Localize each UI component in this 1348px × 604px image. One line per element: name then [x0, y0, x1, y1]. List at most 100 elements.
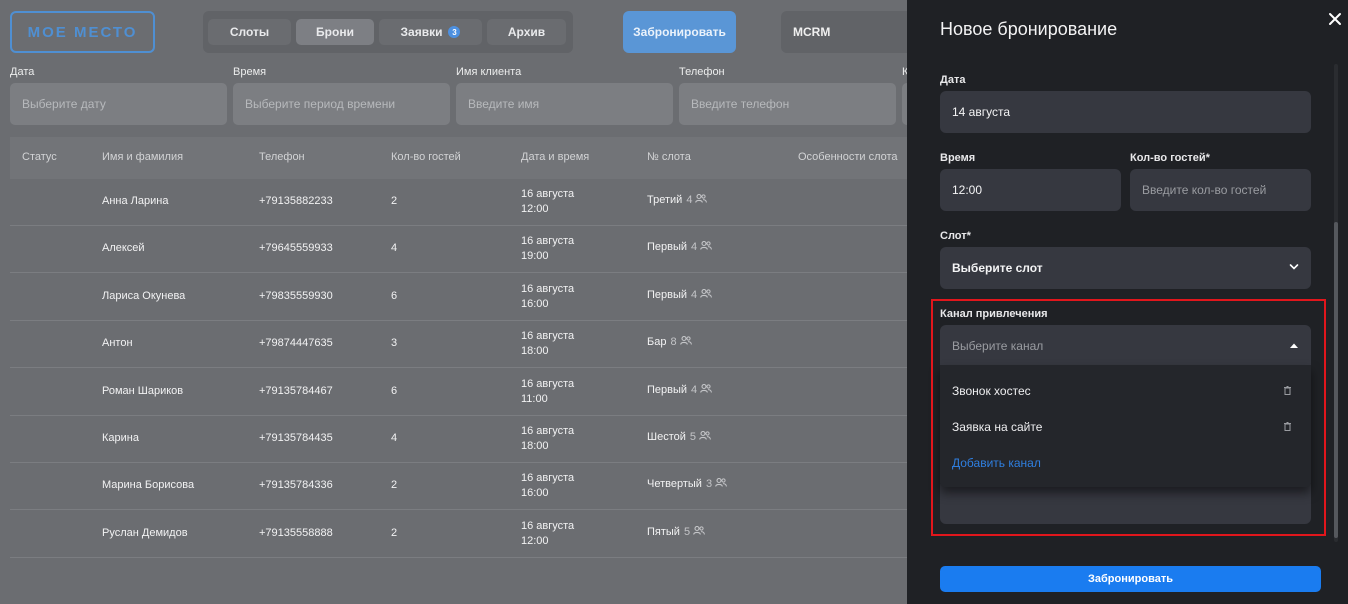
filter-label: Дата [10, 66, 35, 78]
column-header: Телефон [259, 151, 305, 163]
slot: Третий 4 [647, 194, 708, 206]
slot-name: Первый [647, 383, 688, 396]
tab-bookings[interactable]: Брони [296, 19, 374, 45]
time: 11:00 [521, 392, 548, 405]
filter-phone: Телефон Введите телефон [679, 66, 896, 125]
column-header: Кол-во гостей [391, 151, 461, 163]
slot-name: Пятый [647, 525, 680, 538]
people-icon [700, 241, 713, 253]
date: 16 августа [521, 330, 575, 343]
table-row[interactable]: Антон +79874447635 3 16 августа 18:00 Бар 8 [10, 321, 910, 369]
time: 16:00 [521, 297, 549, 310]
slot-capacity: 8 [670, 336, 677, 349]
date: 16 августа [521, 235, 575, 248]
client-name: Руслан Демидов [102, 526, 188, 539]
table-row[interactable]: Роман Шариков +79135784467 6 16 августа 11:0… [10, 369, 910, 416]
table-row[interactable]: Марина Борисова +79135784336 2 16 августа 16… [10, 463, 910, 511]
table-row[interactable]: Анна Ларина +79135882233 2 16 августа 12:00 Т… [10, 179, 910, 226]
mcrm-menu[interactable]: MCRM [781, 11, 921, 53]
new-booking-panel: Новое бронирование Дата 14 августа Время… [907, 0, 1348, 604]
column-header: Особенности слота [798, 151, 898, 163]
slot-capacity: 4 [686, 194, 693, 206]
slot-select[interactable]: Выберите слот [940, 247, 1311, 289]
client-name: Роман Шариков [102, 384, 184, 397]
time-field[interactable]: 12:00 [940, 169, 1121, 211]
people-icon [679, 336, 692, 348]
nav-tabs: Слоты Брони Заявки 3 Архив [203, 11, 573, 53]
app-logo[interactable]: МОЕ МЕСТО [10, 11, 155, 53]
date: 16 августа [521, 377, 575, 390]
slot-capacity: 4 [691, 383, 698, 396]
slot: Шестой 5 [647, 431, 711, 443]
slot-capacity: 4 [691, 241, 698, 254]
close-icon[interactable] [1328, 12, 1342, 26]
tab-archive[interactable]: Архив [487, 19, 566, 45]
date-time: 16 августа 12:00 [521, 519, 574, 549]
time-label: Время [940, 152, 976, 164]
slot-name: Третий [647, 194, 683, 206]
tab-label: Слоты [229, 25, 270, 39]
people-icon [700, 383, 713, 396]
table-header: Статус Имя и фамилия Телефон Кол-во гост… [10, 137, 910, 179]
submit-booking-button[interactable]: Забронировать [940, 566, 1321, 592]
slot: Пятый 5 [647, 526, 705, 538]
column-header: № слота [647, 151, 691, 163]
date-time: 16 августа 16:00 [521, 282, 574, 312]
date: 16 августа [521, 472, 575, 485]
date-filter-input[interactable]: Выберите дату [10, 83, 227, 125]
table-row[interactable]: Карина +79135784435 4 16 августа 18:00 Шестой… [10, 416, 910, 463]
client-name: Антон [102, 337, 133, 350]
guest-count: 4 [391, 432, 398, 444]
phone: +79135558888 [259, 526, 333, 539]
guests-field[interactable]: Введите кол-во гостей [1130, 169, 1311, 211]
client-name: Марина Борисова [102, 479, 195, 492]
slot: Четвертый 3 [647, 478, 727, 490]
slot-capacity: 3 [705, 478, 713, 491]
slot: Первый 4 [647, 288, 713, 301]
slot-select-value: Выберите слот [952, 261, 1043, 275]
time: 18:00 [521, 440, 549, 452]
people-icon [695, 194, 708, 206]
slot-label: Слот* [940, 230, 971, 242]
date-field[interactable]: 14 августа [940, 91, 1311, 133]
table-row[interactable]: Алексей +79645559933 4 16 августа 19:00 Первы… [10, 226, 910, 274]
column-header: Статус [22, 151, 57, 163]
client-name: Алексей [102, 242, 145, 255]
chevron-down-icon [1289, 264, 1299, 270]
date: 16 августа [521, 519, 575, 532]
slot-name: Шестой [647, 431, 686, 443]
client-name: Карина [102, 432, 139, 444]
requests-count-badge: 3 [448, 26, 461, 38]
people-icon [699, 431, 711, 443]
tab-label: Заявки [400, 25, 443, 39]
guest-count: 3 [391, 337, 398, 350]
client-name-filter-input[interactable]: Введите имя [456, 83, 673, 125]
guest-count: 2 [391, 195, 398, 207]
panel-scroll-thumb[interactable] [1334, 222, 1338, 538]
time: 19:00 [521, 250, 549, 263]
phone: +79874447635 [259, 337, 333, 350]
slot: Первый 4 [647, 383, 713, 396]
slot: Бар 8 [647, 336, 692, 348]
client-name: Лариса Окунева [102, 289, 186, 302]
phone-filter-input[interactable]: Введите телефон [679, 83, 896, 125]
guest-count: 2 [391, 479, 398, 492]
slot-capacity: 4 [691, 288, 698, 301]
slot-name: Бар [647, 336, 667, 349]
tab-requests[interactable]: Заявки 3 [379, 19, 482, 45]
date-time: 16 августа 11:00 [521, 377, 574, 407]
guest-count: 2 [391, 526, 398, 539]
phone: +79135784435 [259, 432, 333, 444]
slot-name: Четвертый [647, 478, 702, 491]
slot-capacity: 5 [683, 525, 691, 538]
guest-count: 6 [391, 289, 398, 302]
book-button-header[interactable]: Забронировать [623, 11, 736, 53]
phone: +79835559930 [259, 289, 333, 302]
table-row[interactable]: Руслан Демидов +79135558888 2 16 августа 12:… [10, 511, 910, 558]
time-filter-input[interactable]: Выберите период времени [233, 83, 450, 125]
filter-label: Имя клиента [456, 66, 522, 78]
panel-title: Новое бронирование [940, 19, 1118, 39]
table-row[interactable]: Лариса Окунева +79835559930 6 16 августа 16:… [10, 274, 910, 321]
tab-slots[interactable]: Слоты [208, 19, 291, 45]
people-icon [693, 525, 705, 538]
